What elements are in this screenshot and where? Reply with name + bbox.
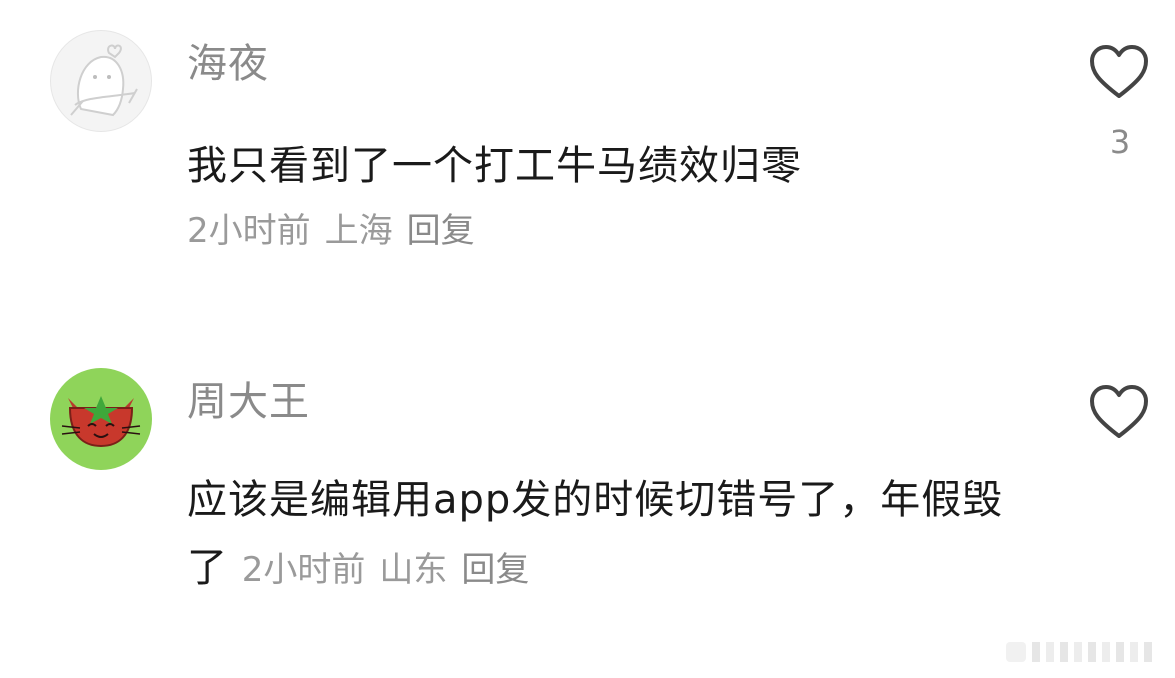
comment-meta: 2小时前 上海 回复: [187, 214, 489, 248]
avatar[interactable]: [50, 368, 152, 470]
comment-text: 我只看到了一个打工牛马绩效归零: [187, 143, 802, 189]
reply-button[interactable]: 回复: [461, 550, 529, 590]
heart-outline-icon: [1090, 385, 1148, 438]
comment-item: 海夜 我只看到了一个打工牛马绩效归零 2小时前 上海 回复 3: [0, 0, 1175, 300]
heart-outline-icon: [1090, 45, 1148, 98]
like-button[interactable]: [1088, 44, 1150, 100]
comment-location: 山东: [379, 550, 448, 590]
comment-username[interactable]: 海夜: [187, 44, 269, 84]
comment-item: 周大王 应该是编辑用app发的时候切错号了，年假毁了 2小时前 山东 回复: [0, 340, 1175, 640]
comment-location: 上海: [324, 211, 393, 251]
like-button[interactable]: [1088, 384, 1150, 440]
comment-time: 2小时前: [241, 550, 366, 590]
comment-body: 应该是编辑用app发的时候切错号了，年假毁了 2小时前 山东 回复: [187, 466, 1017, 602]
watermark-bars: [1006, 642, 1152, 662]
like-count: 3: [1109, 123, 1131, 161]
reply-button[interactable]: 回复: [407, 211, 475, 251]
comment-time: 2小时前: [187, 211, 311, 251]
comment-meta: 2小时前 山东 回复: [242, 550, 544, 590]
strawberry-cat-icon: [61, 396, 141, 448]
avatar[interactable]: [50, 30, 152, 132]
cartoon-character-icon: [70, 44, 138, 117]
comment-username[interactable]: 周大王: [187, 382, 310, 422]
